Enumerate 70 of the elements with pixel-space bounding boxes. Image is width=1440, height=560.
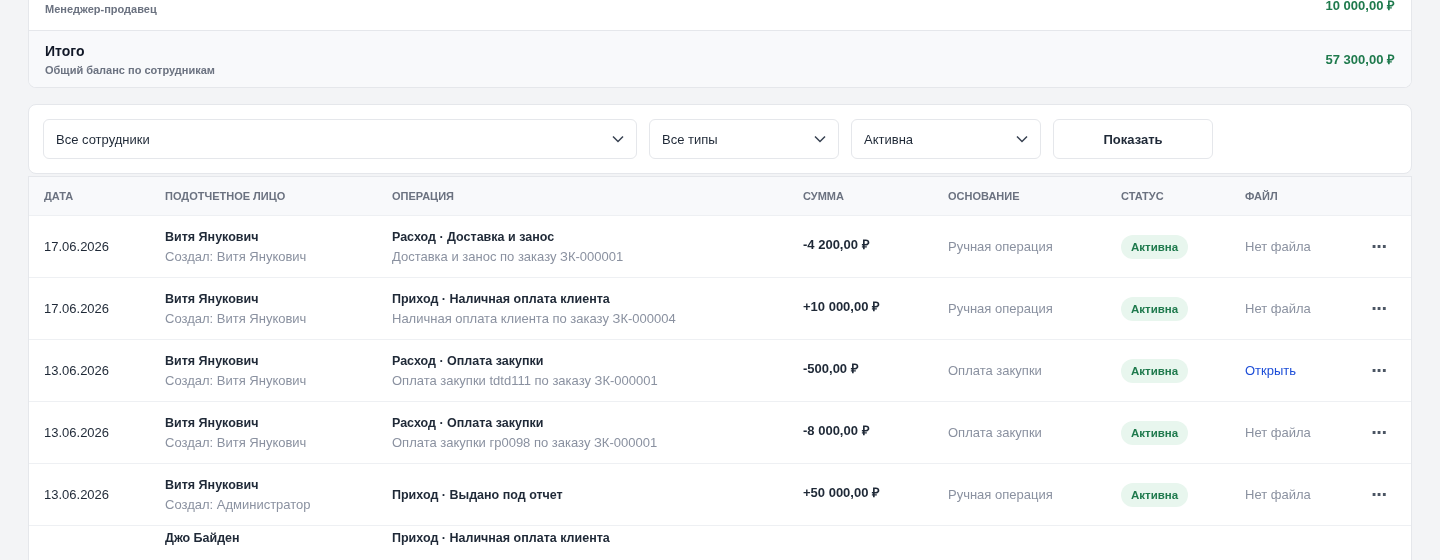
basis-cell: Ручная операция	[948, 487, 1053, 502]
operation-title: Расход · Оплата закупки	[392, 353, 545, 368]
filter-select[interactable]: Все типы	[649, 119, 839, 159]
column-header: ОСНОВАНИЕ	[948, 190, 1021, 202]
summary-title: Итого	[45, 42, 86, 59]
operation-title: Приход · Наличная оплата клиента	[392, 291, 611, 306]
basis-cell: Ручная операция	[948, 239, 1053, 254]
status-badge: Активна	[1121, 234, 1189, 259]
operation-title: Приход · Наличная оплата клиента	[392, 531, 611, 545]
person-name: Витя Янукович	[165, 477, 260, 492]
summary-amount: 57 300,00 ₽	[1325, 51, 1395, 68]
status-badge: Активна	[1121, 420, 1189, 445]
creator-text: Создал: Витя Янукович	[165, 310, 308, 326]
chevron-down-icon	[612, 135, 624, 143]
operation-details: Оплата закупки гр0098 по заказу ЗК-000001	[392, 434, 659, 450]
filter-select[interactable]: Все сотрудники	[43, 119, 637, 159]
chevron-down-icon	[814, 135, 826, 143]
operation-title: Расход · Доставка и занос	[392, 229, 556, 244]
date-cell: 13.06.2026	[44, 425, 110, 440]
creator-text: Создал: Витя Янукович	[165, 372, 308, 388]
column-header: СУММА	[803, 190, 845, 202]
basis-cell: Оплата закупки	[948, 425, 1042, 440]
no-file-text: Нет файла	[1245, 239, 1311, 254]
operation-title: Приход · Выдано под отчет	[392, 487, 564, 502]
amount-cell: +50 000,00 ₽	[803, 484, 881, 500]
creator-text: Создал: Администратор	[165, 496, 312, 512]
amount-cell: -4 200,00 ₽	[803, 236, 870, 252]
basis-cell: Оплата закупки	[948, 363, 1042, 378]
amount-cell: -8 000,00 ₽	[803, 422, 870, 438]
status-badge: Активна	[1121, 358, 1189, 383]
column-header: ПОДОТЧЕТНОЕ ЛИЦО	[165, 190, 287, 202]
person-name: Витя Янукович	[165, 415, 260, 430]
date-cell: 17.06.2026	[44, 301, 110, 316]
person-name: Витя Янукович	[165, 353, 260, 368]
operation-title: Расход · Оплата закупки	[392, 415, 545, 430]
basis-cell: Ручная операция	[948, 301, 1053, 316]
more-menu-button[interactable]: ···	[1365, 361, 1393, 380]
no-file-text: Нет файла	[1245, 425, 1311, 440]
date-cell: 17.06.2026	[44, 239, 110, 254]
open-file-link[interactable]: Открыть	[1245, 363, 1297, 378]
status-badge: Активна	[1121, 296, 1189, 321]
operation-details: Оплата закупки tdtd111 по заказу ЗК-000001	[392, 372, 659, 388]
more-menu-button[interactable]: ···	[1365, 237, 1393, 256]
more-menu-button[interactable]: ···	[1365, 485, 1393, 504]
amount-cell: +10 000,00 ₽	[803, 298, 881, 314]
operation-details: Доставка и занос по заказу ЗК-000001	[392, 248, 625, 264]
filter-select[interactable]: Активна	[851, 119, 1041, 159]
column-header: ФАЙЛ	[1245, 190, 1279, 202]
no-file-text: Нет файла	[1245, 487, 1311, 502]
column-header: СТАТУС	[1121, 190, 1165, 202]
summary-subtitle: Общий баланс по сотрудникам	[45, 63, 215, 76]
no-file-text: Нет файла	[1245, 301, 1311, 316]
creator-text: Создал: Витя Янукович	[165, 434, 308, 450]
status-badge: Активна	[1121, 482, 1189, 507]
operation-details: Наличная оплата клиента по заказу ЗК-000004	[392, 310, 677, 326]
chevron-down-icon	[1016, 135, 1028, 143]
summary-amount: 10 000,00 ₽	[1325, 0, 1395, 14]
show-button[interactable]: Показать	[1053, 119, 1213, 159]
amount-cell: -500,00 ₽	[803, 360, 859, 376]
more-menu-button[interactable]: ···	[1365, 423, 1393, 442]
column-header: ОПЕРАЦИЯ	[392, 190, 455, 202]
creator-text: Создал: Витя Янукович	[165, 248, 308, 264]
date-cell: 13.06.2026	[44, 363, 110, 378]
person-name: Витя Янукович	[165, 229, 260, 244]
column-header: ДАТА	[44, 190, 75, 202]
more-menu-button[interactable]: ···	[1365, 299, 1393, 318]
person-name: Джо Байден	[165, 531, 241, 545]
person-name: Витя Янукович	[165, 291, 260, 306]
date-cell: 13.06.2026	[44, 487, 110, 502]
summary-subtitle: Менеджер-продавец	[45, 3, 157, 15]
